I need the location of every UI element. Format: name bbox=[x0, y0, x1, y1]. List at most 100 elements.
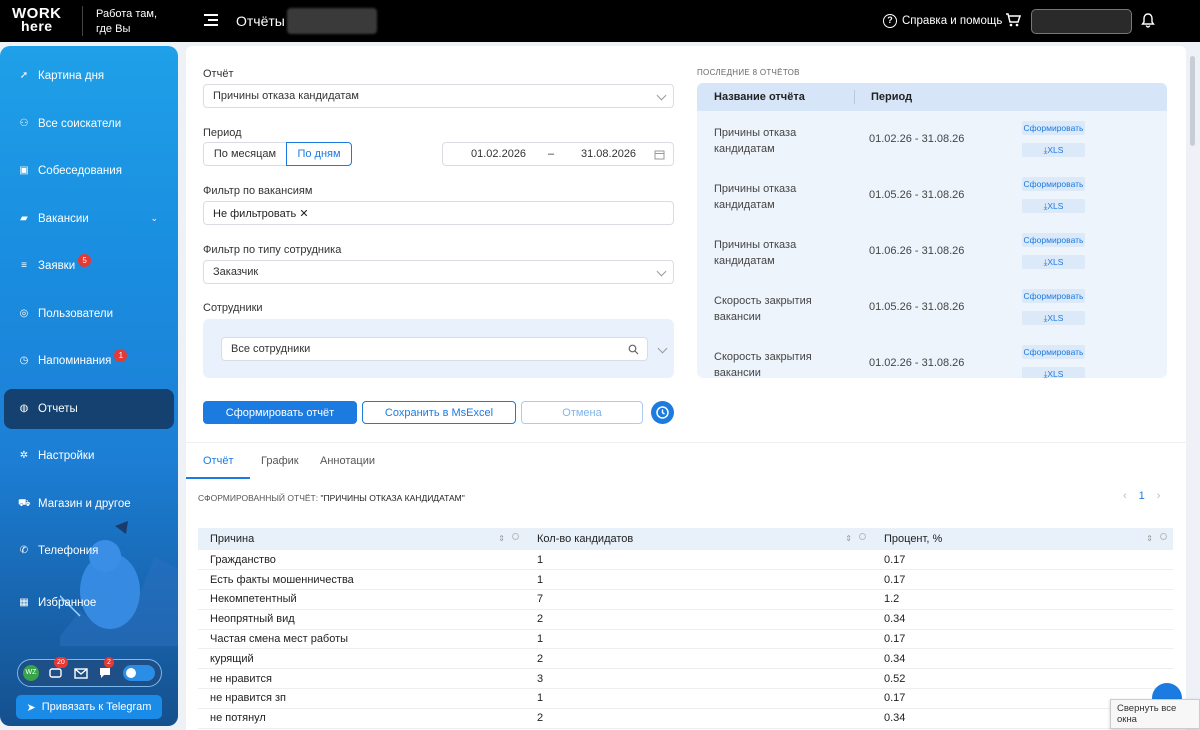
recent-report-name: Причины отказа кандидатам bbox=[714, 127, 797, 155]
regenerate-button[interactable]: Сформировать bbox=[1022, 345, 1085, 359]
page-title: Отчёты bbox=[236, 13, 285, 29]
regenerate-button[interactable]: Сформировать bbox=[1022, 121, 1085, 135]
chevron-down-icon[interactable] bbox=[657, 343, 668, 354]
recent-reports-panel: Название отчёта Период Причины отказа ка… bbox=[697, 83, 1167, 378]
vacancy-filter-chip[interactable]: Не фильтровать ✕ bbox=[213, 207, 309, 220]
sidebar-item-dashboard[interactable]: ➚ Картина дня bbox=[4, 56, 174, 96]
search-icon[interactable] bbox=[512, 533, 519, 540]
employees-panel: Все сотрудники bbox=[203, 319, 674, 378]
table-cell: Неопрятный вид bbox=[198, 609, 525, 630]
employees-select[interactable]: Все сотрудники bbox=[221, 337, 648, 361]
phone-icon: ✆ bbox=[19, 545, 29, 556]
recent-report-row: Скорость закрытия вакансии 01.05.26 - 31… bbox=[697, 287, 1167, 343]
generate-report-button[interactable]: Сформировать отчёт bbox=[203, 401, 357, 424]
table-cell: 1 bbox=[525, 550, 872, 571]
sidebar-item-users[interactable]: ◎ Пользователи bbox=[4, 294, 174, 334]
regenerate-button[interactable]: Сформировать bbox=[1022, 233, 1085, 247]
logo[interactable]: WORK here bbox=[12, 6, 62, 33]
report-select[interactable]: Причины отказа кандидатам bbox=[203, 84, 674, 108]
telegram-link-button[interactable]: ➤ Привязать к Telegram bbox=[16, 695, 162, 719]
search-icon[interactable] bbox=[859, 533, 866, 540]
requests-badge: 5 bbox=[78, 253, 92, 267]
sidebar-item-telephony[interactable]: ✆ Телефония bbox=[4, 531, 174, 571]
regenerate-button[interactable]: Сформировать bbox=[1022, 177, 1085, 191]
save-excel-button[interactable]: Сохранить в MsExcel bbox=[362, 401, 516, 424]
table-row: Неопрятный вид 2 0.34 bbox=[198, 609, 1173, 630]
recent-report-row: Скорость закрытия вакансии 01.02.26 - 31… bbox=[697, 343, 1167, 378]
sidebar-item-reports[interactable]: ◍ Отчеты bbox=[4, 389, 174, 429]
page-number[interactable]: 1 bbox=[1139, 490, 1145, 502]
download-xls-button[interactable]: ⤓ XLS bbox=[1022, 255, 1085, 269]
employee-type-select[interactable]: Заказчик bbox=[203, 260, 674, 284]
table-row: Некомпетентный 7 1.2 bbox=[198, 589, 1173, 610]
cancel-button[interactable]: Отмена bbox=[521, 401, 643, 424]
sidebar-item-favorites[interactable]: ▦ Избранное bbox=[4, 583, 174, 623]
table-row: Гражданство 1 0.17 bbox=[198, 550, 1173, 571]
recent-report-period: 01.05.26 - 31.08.26 bbox=[869, 301, 965, 313]
sidebar-item-settings[interactable]: ✲ Настройки bbox=[4, 436, 174, 476]
date-from: 01.02.2026 bbox=[471, 148, 527, 160]
wz-avatar[interactable]: WZ bbox=[23, 665, 39, 681]
menu-icon[interactable] bbox=[204, 14, 218, 27]
chevron-left-icon[interactable]: ‹ bbox=[1123, 490, 1127, 502]
period-by-day-button[interactable]: По дням bbox=[286, 142, 352, 166]
briefcase-icon: ▰ bbox=[20, 213, 28, 224]
download-xls-button[interactable]: ⤓ XLS bbox=[1022, 143, 1085, 157]
sidebar-item-shop[interactable]: ⛟ Магазин и другое bbox=[4, 484, 174, 524]
report-caption: СФОРМИРОВАННЫЙ ОТЧЁТ: "ПРИЧИНЫ ОТКАЗА КА… bbox=[198, 493, 465, 503]
logo-divider bbox=[82, 6, 83, 36]
sort-icon[interactable]: ⇕ bbox=[1146, 534, 1153, 543]
download-xls-button[interactable]: ⤓ XLS bbox=[1022, 199, 1085, 213]
sidebar-item-label: Отчеты bbox=[38, 403, 78, 415]
regenerate-button[interactable]: Сформировать bbox=[1022, 289, 1085, 303]
table-cell: не нравится bbox=[198, 668, 525, 690]
bell-icon[interactable] bbox=[1140, 12, 1156, 28]
recent-report-period: 01.06.26 - 31.08.26 bbox=[869, 245, 965, 257]
tab-report[interactable]: Отчёт bbox=[203, 455, 233, 467]
table-row: Есть факты мошенничества 1 0.17 bbox=[198, 569, 1173, 591]
table-cell: Есть факты мошенничества bbox=[198, 569, 525, 591]
download-xls-button[interactable]: ⤓ XLS bbox=[1022, 367, 1085, 378]
column-header[interactable]: Причина ⇕ bbox=[198, 528, 525, 550]
help-link[interactable]: ? Справка и помощь bbox=[883, 14, 1002, 28]
cart-icon[interactable] bbox=[1005, 12, 1021, 28]
sort-icon[interactable]: ⇕ bbox=[498, 534, 505, 543]
close-icon[interactable]: ✕ bbox=[299, 208, 308, 220]
scrollbar[interactable] bbox=[1190, 56, 1195, 146]
recent-report-period: 01.02.26 - 31.08.26 bbox=[869, 357, 965, 369]
period-by-month-button[interactable]: По месяцам bbox=[203, 142, 287, 166]
download-xls-button[interactable]: ⤓ XLS bbox=[1022, 311, 1085, 325]
table-cell: Частая смена мест работы bbox=[198, 629, 525, 650]
recent-report-name: Скорость закрытия вакансии bbox=[714, 351, 812, 378]
tab-chart[interactable]: График bbox=[261, 455, 299, 467]
chevron-right-icon[interactable]: › bbox=[1157, 490, 1161, 502]
mail-icon[interactable] bbox=[73, 665, 89, 681]
employees-value: Все сотрудники bbox=[231, 343, 311, 355]
recent-report-name: Причины отказа кандидатам bbox=[714, 239, 797, 267]
sidebar-item-requests[interactable]: ≡ Заявки 5 bbox=[4, 246, 174, 286]
sort-icon[interactable]: ⇕ bbox=[845, 534, 852, 543]
sidebar-item-vacancies[interactable]: ▰ Вакансии ⌄ bbox=[4, 199, 174, 239]
sidebar-item-interviews[interactable]: ▣ Собеседования bbox=[4, 151, 174, 191]
search-icon bbox=[628, 344, 639, 355]
top-bar: WORK here Работа там, где Вы Отчёты ? Сп… bbox=[0, 0, 1200, 42]
messages-icon[interactable]: 2 bbox=[98, 657, 114, 681]
history-button[interactable] bbox=[651, 401, 674, 424]
sidebar-item-reminders[interactable]: ◷ Напоминания 1 bbox=[4, 341, 174, 381]
sidebar-item-label: Заявки bbox=[38, 260, 76, 272]
column-header[interactable]: Кол-во кандидатов ⇕ bbox=[525, 528, 872, 550]
tab-annotations[interactable]: Аннотации bbox=[320, 455, 375, 467]
chat-icon[interactable]: 20 bbox=[48, 657, 68, 681]
column-header[interactable]: Процент, % ⇕ bbox=[872, 528, 1173, 550]
employee-type-value: Заказчик bbox=[213, 266, 259, 278]
status-toggle[interactable] bbox=[123, 665, 155, 681]
user-menu[interactable] bbox=[1031, 9, 1132, 34]
date-range-picker[interactable]: 01.02.2026 – 31.08.2026 bbox=[442, 142, 674, 166]
tooltip: Свернуть все окна bbox=[1110, 699, 1200, 729]
xls-label: XLS bbox=[1047, 369, 1064, 378]
sidebar-item-candidates[interactable]: ⚇ Все соискатели bbox=[4, 104, 174, 144]
recent-report-row: Причины отказа кандидатам 01.02.26 - 31.… bbox=[697, 119, 1167, 175]
report-table: Причина ⇕ Кол-во кандидатов ⇕ Процент, % ⇕ … bbox=[198, 528, 1173, 729]
date-to: 31.08.2026 bbox=[581, 148, 637, 160]
search-icon[interactable] bbox=[1160, 533, 1167, 540]
